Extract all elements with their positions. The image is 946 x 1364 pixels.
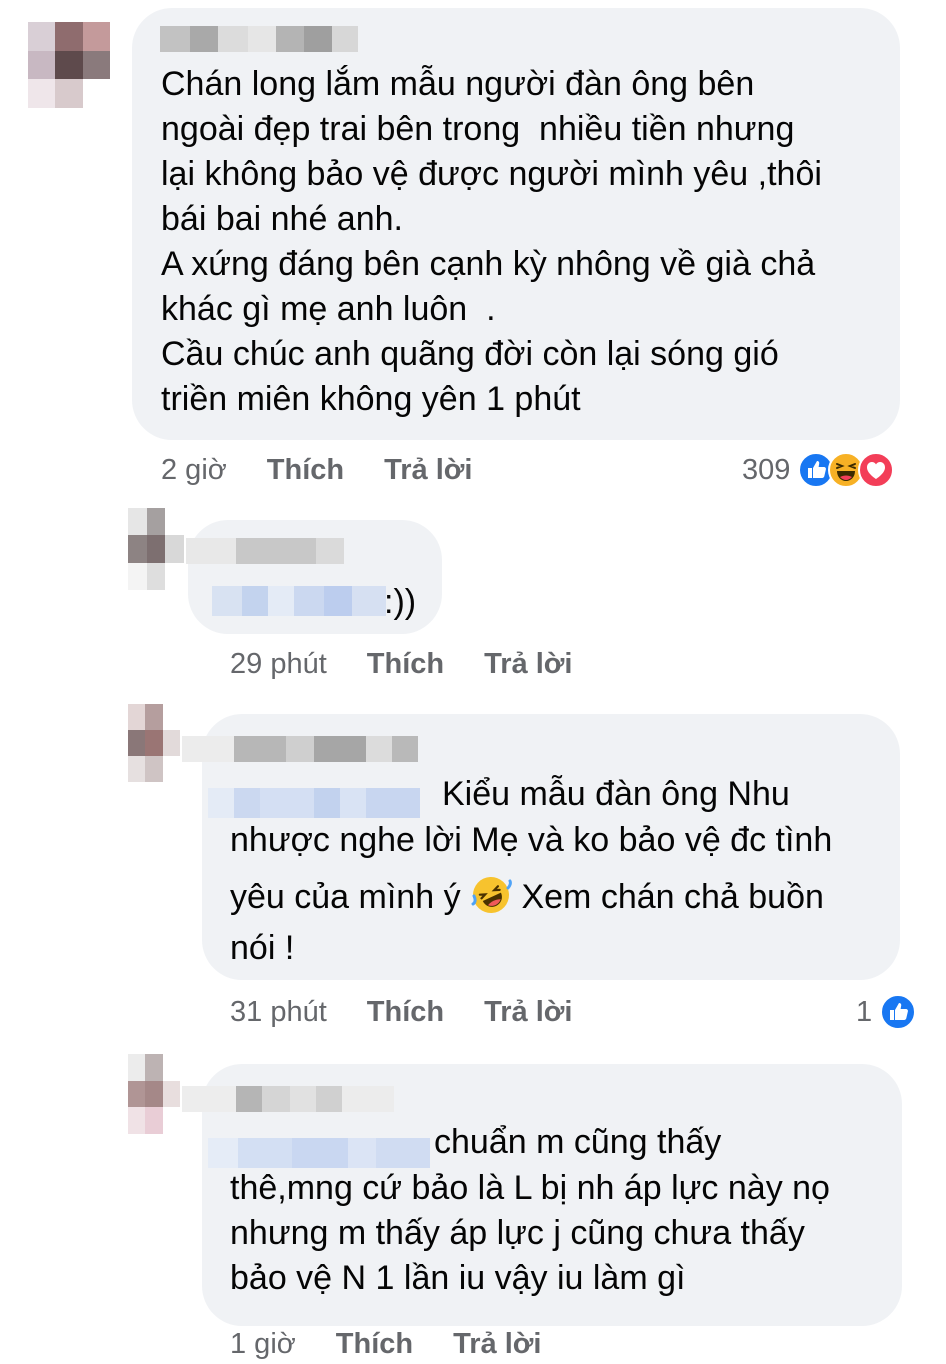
comment-2: :)) 29 phút Thích Trả lời: [0, 500, 946, 700]
comment-text: thê,mng cứ bảo là L bị nh áp lực này nọ …: [230, 1169, 830, 1297]
comment-text-first-line: Kiểu mẫu đàn ông Nhu: [442, 775, 790, 813]
comment-time[interactable]: 29 phút: [230, 648, 327, 681]
comment-3: Kiểu mẫu đàn ông Nhu nhược nghe lời Mẹ v…: [0, 700, 946, 1050]
reply-button[interactable]: Trả lời: [484, 996, 572, 1029]
reply-button[interactable]: Trả lời: [484, 648, 572, 681]
comment-text-fragment: yêu của mình ý: [230, 878, 471, 916]
comment-text-line: yêu của mình ý Xem chán chả buồn: [230, 874, 824, 920]
reply-button[interactable]: Trả lời: [384, 454, 472, 487]
author-name-blurred[interactable]: [182, 736, 418, 762]
avatar[interactable]: [128, 704, 180, 782]
author-name-blurred[interactable]: [182, 1086, 394, 1112]
like-button[interactable]: Thích: [267, 454, 344, 487]
avatar[interactable]: [28, 22, 110, 108]
reaction-summary[interactable]: 1: [856, 992, 917, 1032]
comment-4: chuẩn m cũng thấy thê,mng cứ bảo là L bị…: [0, 1050, 946, 1360]
comment-text-line: nhược nghe lời Mẹ và ko bảo vệ đc tình: [230, 821, 833, 859]
comment-time[interactable]: 1 giờ: [230, 1328, 296, 1361]
comment-text-line: nói !: [230, 929, 295, 967]
reaction-count: 1: [856, 995, 873, 1028]
rolling-on-floor-laughing-icon: [471, 877, 512, 913]
reaction-summary[interactable]: 309: [742, 450, 895, 490]
like-button[interactable]: Thích: [367, 996, 444, 1029]
comment-actions: 1 giờ Thích Trả lời: [230, 1324, 581, 1364]
comment-text-fragment: Xem chán chả buồn: [512, 878, 824, 916]
like-button[interactable]: Thích: [367, 648, 444, 681]
comment-time[interactable]: 31 phút: [230, 996, 327, 1029]
author-name-blurred[interactable]: [186, 538, 344, 564]
comment-actions: 31 phút Thích Trả lời: [230, 992, 612, 1032]
like-button[interactable]: Thích: [336, 1328, 413, 1361]
reaction-count: 309: [742, 453, 791, 486]
author-name-blurred[interactable]: [160, 26, 358, 52]
comment-text: :)): [384, 583, 417, 621]
comment-text-first-line: chuẩn m cũng thấy: [434, 1123, 722, 1161]
avatar[interactable]: [128, 1054, 180, 1134]
comment-time[interactable]: 2 giờ: [161, 454, 227, 487]
love-icon: [858, 452, 895, 488]
like-icon: [880, 994, 917, 1030]
avatar[interactable]: [128, 508, 184, 590]
reply-button[interactable]: Trả lời: [453, 1328, 541, 1361]
comment-actions: 2 giờ Thích Trả lời: [161, 450, 512, 490]
comment-1: Chán long lắm mẫu người đàn ông bên ngoà…: [0, 0, 946, 500]
mention-tag-blurred[interactable]: [212, 586, 386, 616]
comment-text: Chán long lắm mẫu người đàn ông bên ngoà…: [161, 65, 822, 418]
mention-tag-blurred[interactable]: [208, 788, 420, 818]
mention-tag-blurred[interactable]: [208, 1138, 430, 1168]
comment-actions: 29 phút Thích Trả lời: [230, 644, 612, 684]
